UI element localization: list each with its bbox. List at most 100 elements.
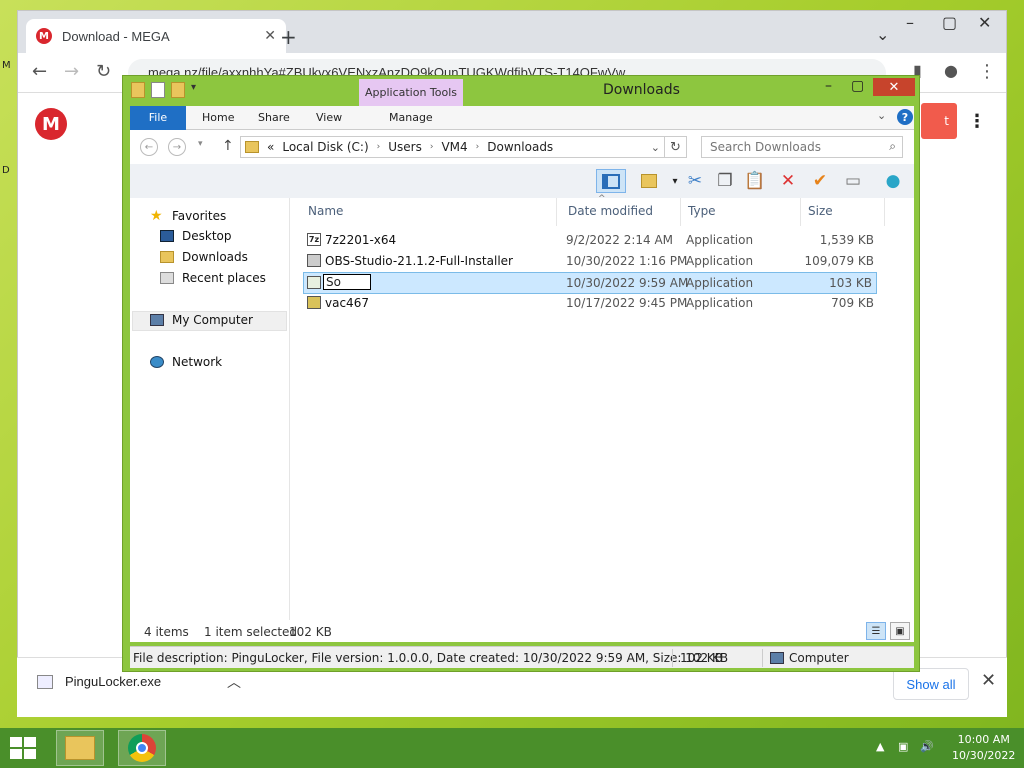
up-icon[interactable]: ↑ <box>222 138 234 154</box>
chevron-down-icon[interactable]: ⌄ <box>651 141 660 154</box>
tab-manage[interactable]: Manage <box>375 106 447 130</box>
column-header-type[interactable]: Type <box>688 198 716 226</box>
chevron-down-icon[interactable]: ▾ <box>191 82 196 98</box>
details-view-icon[interactable]: ☰ <box>866 622 886 640</box>
large-icons-view-icon[interactable]: ▣ <box>890 622 910 640</box>
expand-ribbon-icon[interactable]: ⌄ <box>877 109 886 122</box>
file-row[interactable]: 7z 7z2201-x64 9/2/2022 2:14 AM Applicati… <box>304 230 878 250</box>
nav-recent[interactable]: Recent places <box>160 271 266 285</box>
tab-share[interactable]: Share <box>244 106 304 130</box>
taskbar: ▲ ▣ 🔊 10:00 AM 10/30/2022 <box>0 728 1024 768</box>
paste-icon[interactable]: 📋 <box>742 169 768 193</box>
file-row-selected[interactable]: So 10/30/2022 9:59 AM Application 103 KB <box>303 272 877 294</box>
tab-view[interactable]: View <box>302 106 356 130</box>
file-size: 1,539 KB <box>819 233 874 247</box>
clock[interactable]: 10:00 AM 10/30/2022 <box>952 732 1015 764</box>
preview-pane-icon[interactable] <box>596 169 626 193</box>
tab-file[interactable]: File <box>130 106 186 130</box>
close-shelf-icon[interactable]: ✕ <box>981 670 996 691</box>
minimize-icon[interactable]: – <box>906 13 914 32</box>
download-item[interactable]: PinguLocker.exe <box>37 674 161 689</box>
column-header-size[interactable]: Size <box>808 198 833 226</box>
file-size-info: 102 KB <box>680 651 723 665</box>
chevron-right-icon[interactable]: › <box>476 142 480 152</box>
back-icon[interactable]: ← <box>140 138 158 156</box>
volume-icon[interactable]: 🔊 <box>920 740 934 753</box>
item-count: 4 items <box>144 625 189 639</box>
properties-icon[interactable] <box>151 82 165 98</box>
rename-icon[interactable]: ▭ <box>840 169 866 193</box>
taskbar-explorer[interactable] <box>56 730 104 766</box>
quick-access-toolbar: ▾ <box>131 82 196 98</box>
chevron-right-icon[interactable]: › <box>430 142 434 152</box>
maximize-icon[interactable]: ▢ <box>942 13 957 32</box>
breadcrumb-item[interactable]: Users <box>388 140 422 154</box>
nav-network[interactable]: Network <box>150 355 222 369</box>
breadcrumb-overflow[interactable]: « <box>267 140 274 154</box>
browser-tab[interactable]: M Download - MEGA ✕ <box>26 19 286 53</box>
nav-favorites[interactable]: ★ Favorites <box>150 208 226 224</box>
mega-logo-icon[interactable]: M <box>35 108 67 140</box>
delete-icon[interactable]: ✕ <box>775 169 801 193</box>
refresh-icon[interactable]: ↻ <box>665 136 687 158</box>
breadcrumb-item[interactable]: Local Disk (C:) <box>282 140 368 154</box>
breadcrumb-item[interactable]: VM4 <box>441 140 467 154</box>
help-icon[interactable]: ? <box>897 109 913 125</box>
details-bar: File description: PinguLocker, File vers… <box>130 646 914 668</box>
column-divider[interactable] <box>556 198 557 226</box>
tab-search-chevron-icon[interactable]: ⌄ <box>876 25 889 44</box>
tab-home[interactable]: Home <box>188 106 248 130</box>
column-header-name[interactable]: Name <box>308 198 343 226</box>
network-icon <box>150 356 164 368</box>
tab-close-icon[interactable]: ✕ <box>264 28 276 44</box>
nav-downloads[interactable]: Downloads <box>160 250 248 264</box>
rename-input[interactable]: So <box>323 274 371 290</box>
installer-icon <box>307 296 321 309</box>
globe-icon[interactable]: ● <box>880 169 906 193</box>
nav-desktop[interactable]: Desktop <box>160 229 232 243</box>
new-tab-icon[interactable]: + <box>280 25 297 49</box>
file-row[interactable]: vac467 10/17/2022 9:45 PM Application 70… <box>304 293 878 313</box>
nav-my-computer[interactable]: My Computer <box>150 313 253 327</box>
show-all-button[interactable]: Show all <box>893 668 969 700</box>
reload-icon[interactable]: ↻ <box>96 61 111 82</box>
back-icon[interactable]: ← <box>32 61 47 82</box>
column-divider[interactable] <box>800 198 801 226</box>
chevron-right-icon[interactable]: › <box>377 142 381 152</box>
show-hidden-icons-icon[interactable]: ▲ <box>876 740 884 753</box>
column-header-date[interactable]: Date modified <box>568 198 653 226</box>
menu-icon[interactable]: ⋮ <box>978 61 996 82</box>
7z-icon: 7z <box>307 233 321 246</box>
cut-icon[interactable]: ✂ <box>682 169 708 193</box>
taskbar-chrome[interactable] <box>118 730 166 766</box>
close-icon[interactable]: ✕ <box>978 13 991 32</box>
forward-icon[interactable]: → <box>64 61 79 82</box>
close-icon[interactable]: ✕ <box>873 78 915 96</box>
windows-start-icon[interactable] <box>10 737 38 759</box>
profile-icon[interactable]: ● <box>944 61 958 80</box>
forward-icon[interactable]: → <box>168 138 186 156</box>
download-button[interactable]: t <box>921 103 957 139</box>
location-info: Computer <box>789 651 849 665</box>
checkmark-icon[interactable]: ✔ <box>807 169 833 193</box>
minimize-icon[interactable]: – <box>825 78 832 94</box>
maximize-icon[interactable]: ▢ <box>851 78 864 94</box>
explorer-window: ▾ Application Tools Downloads – ▢ ✕ File… <box>122 75 920 672</box>
folder-icon[interactable] <box>131 82 145 98</box>
folder-options-icon[interactable] <box>636 169 662 193</box>
copy-icon[interactable]: ❐ <box>712 169 738 193</box>
page-menu-icon[interactable]: ⋮ <box>968 111 986 132</box>
network-tray-icon[interactable]: ▣ <box>898 740 908 753</box>
chevron-up-icon[interactable]: ︿ <box>227 672 241 692</box>
file-row[interactable]: OBS-Studio-21.1.2-Full-Installer 10/30/2… <box>304 251 878 271</box>
title-bar[interactable]: ▾ Application Tools Downloads – ▢ ✕ <box>123 76 919 106</box>
column-divider[interactable] <box>680 198 681 226</box>
recent-locations-icon[interactable]: ▾ <box>198 139 203 149</box>
breadcrumb[interactable]: « Local Disk (C:) › Users › VM4 › Downlo… <box>240 136 665 158</box>
search-input[interactable]: Search Downloads ⌕ <box>701 136 903 158</box>
file-size: 709 KB <box>831 296 874 310</box>
exe-file-icon <box>37 674 53 689</box>
new-folder-icon[interactable] <box>171 82 185 98</box>
breadcrumb-item[interactable]: Downloads <box>487 140 553 154</box>
column-divider[interactable] <box>884 198 885 226</box>
